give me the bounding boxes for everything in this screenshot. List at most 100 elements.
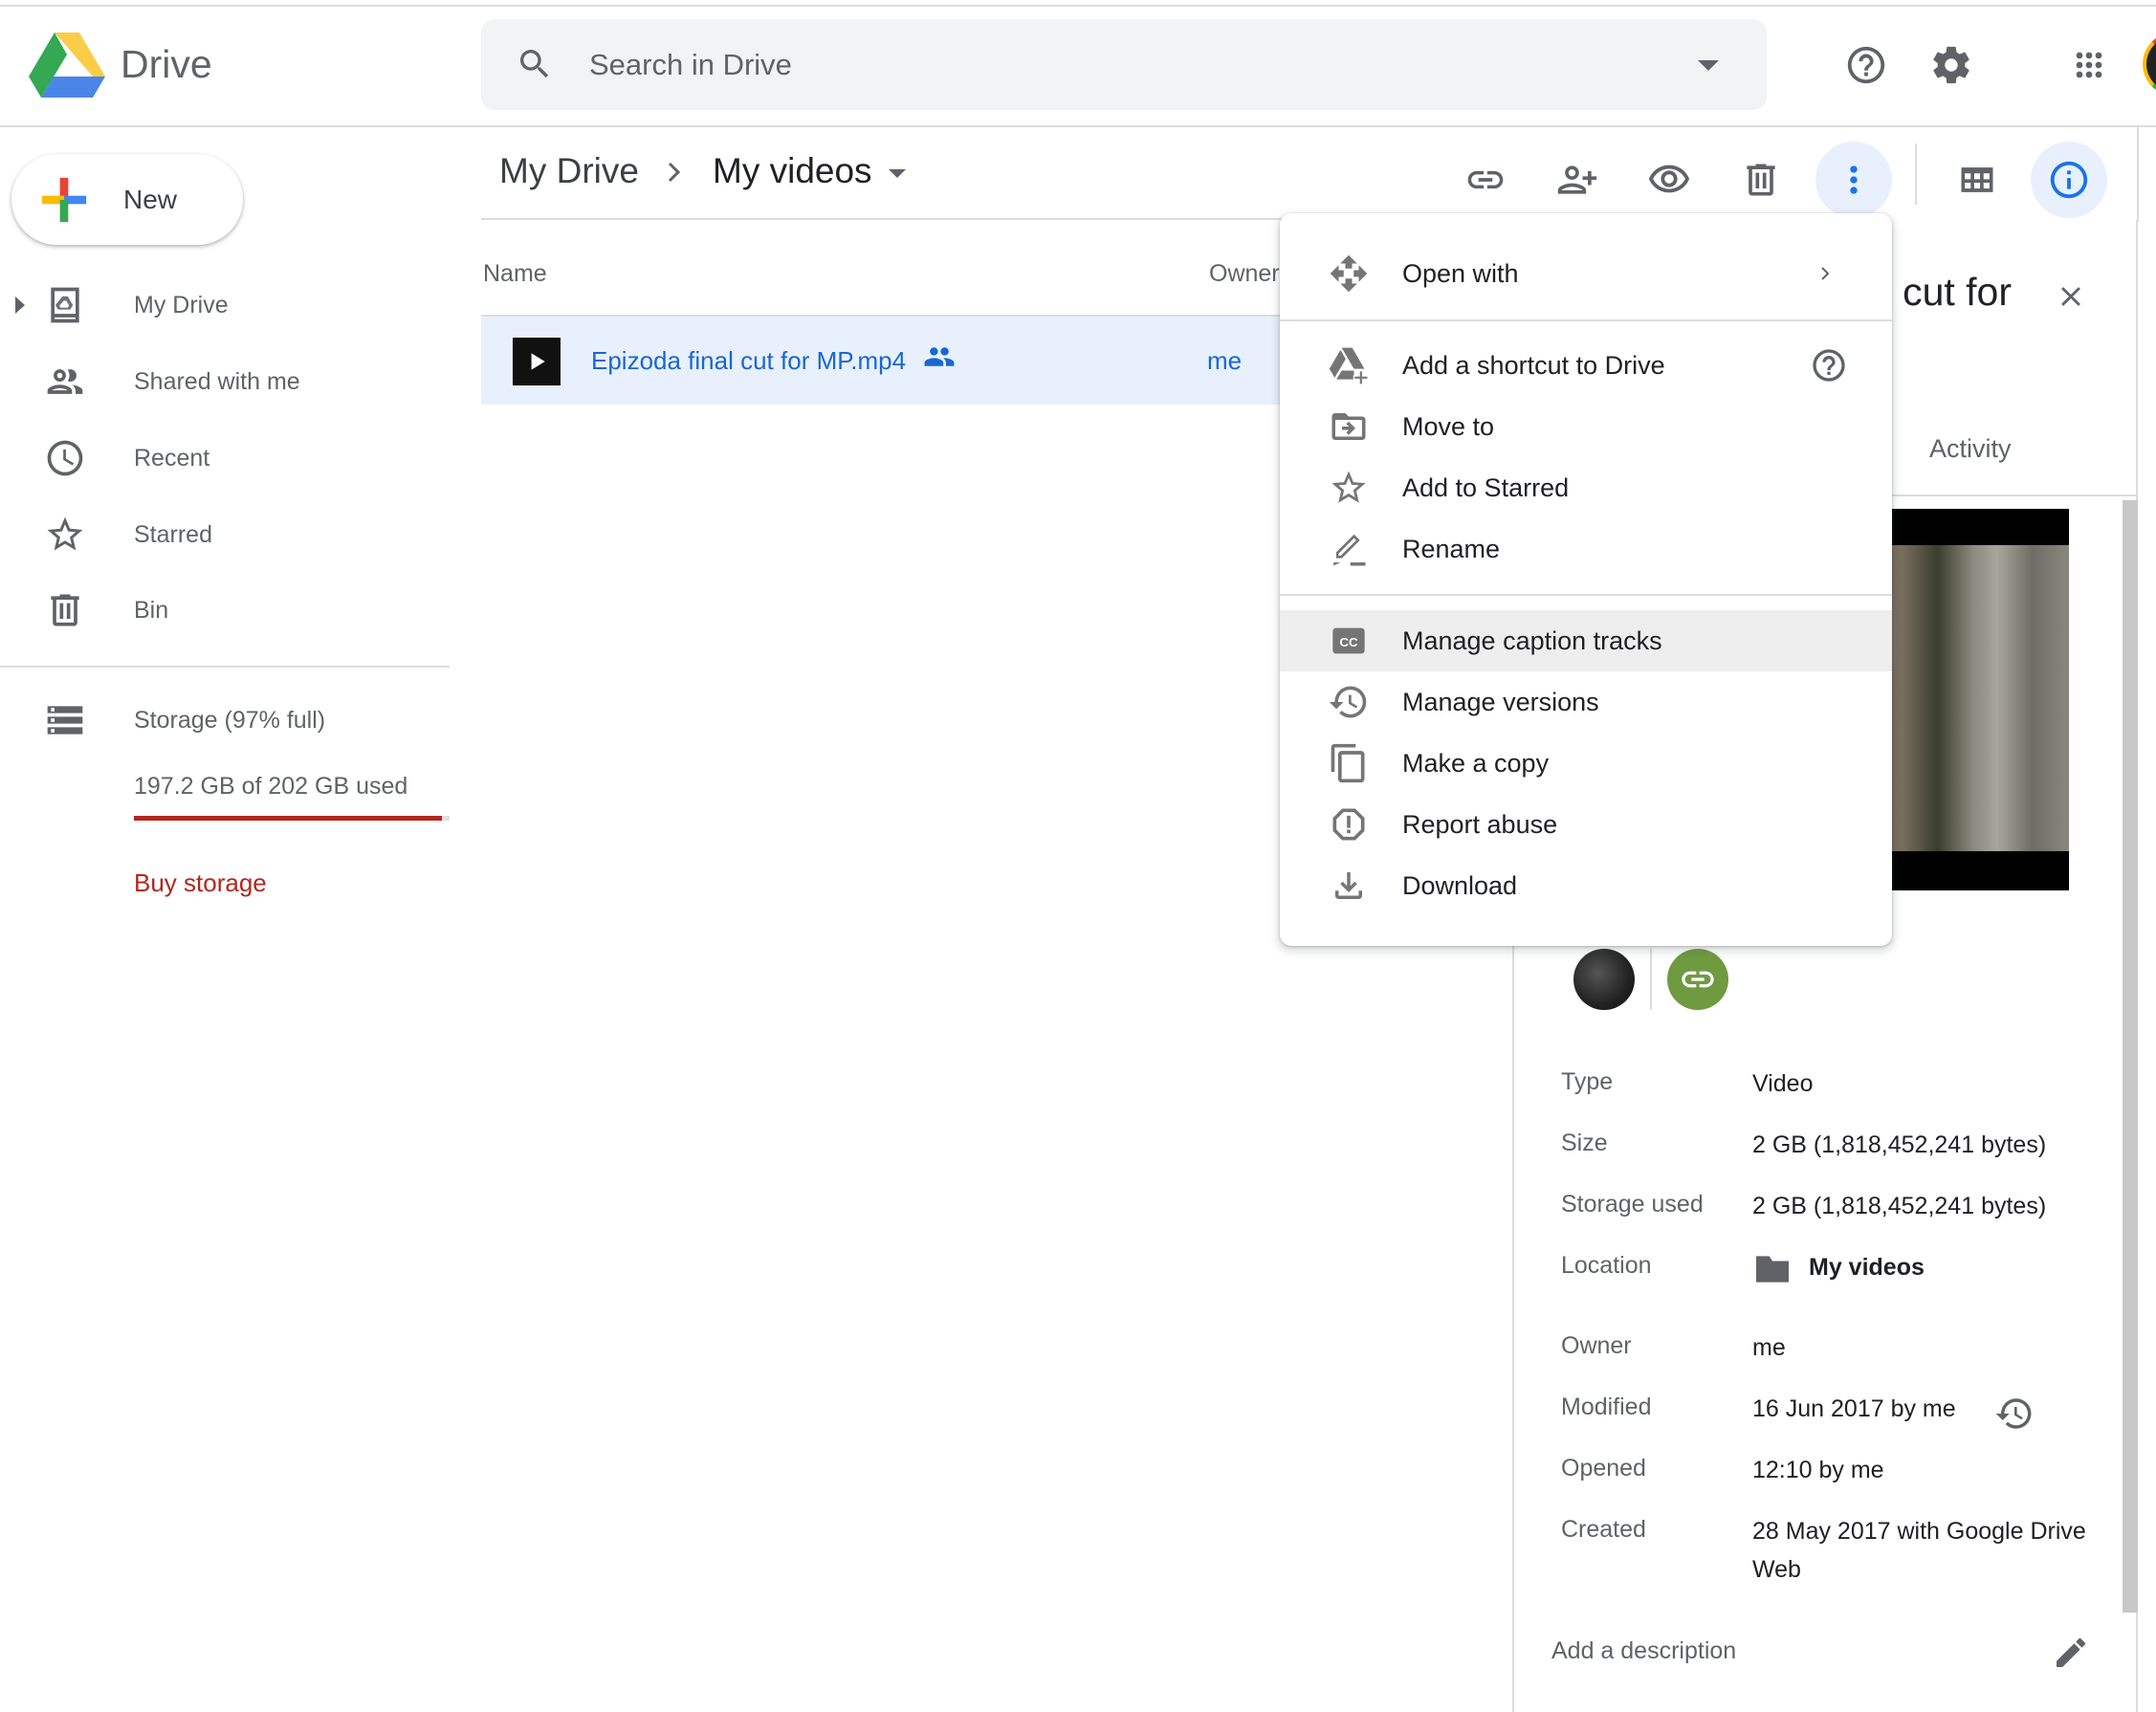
- get-link-button[interactable]: [1447, 142, 1524, 218]
- storage-used-text: 197.2 GB of 202 GB used: [134, 773, 408, 800]
- menu-item-move-to[interactable]: Move to: [1280, 396, 1892, 457]
- storage-icon: [47, 706, 83, 735]
- close-icon[interactable]: [2055, 280, 2087, 313]
- expand-arrow-icon[interactable]: [15, 296, 25, 314]
- drive-logo-icon[interactable]: [29, 33, 105, 98]
- buy-storage-link[interactable]: Buy storage: [134, 868, 267, 898]
- clock-icon: [47, 440, 83, 476]
- my-drive-icon: [51, 287, 79, 323]
- trash-icon: [51, 594, 79, 626]
- sidebar-item-bin[interactable]: Bin: [0, 579, 450, 642]
- search-input[interactable]: [589, 40, 1546, 90]
- property-value: 28 May 2017 with Google Drive Web: [1752, 1518, 2086, 1583]
- owner-avatar[interactable]: [1573, 949, 1635, 1010]
- share-button[interactable]: [1539, 142, 1616, 218]
- folder-dropdown-icon[interactable]: [889, 169, 906, 178]
- menu-item-label: Rename: [1402, 534, 1501, 563]
- property-label: Modified: [1561, 1394, 1652, 1420]
- property-value: me: [1752, 1334, 1786, 1361]
- sidebar-item-my-drive[interactable]: My Drive: [0, 274, 450, 337]
- versions-icon: [1328, 681, 1370, 723]
- property-label: Type: [1561, 1068, 1614, 1095]
- sidebar-item-shared-with-me[interactable]: Shared with me: [0, 350, 450, 413]
- property-label: Location: [1561, 1252, 1652, 1279]
- storage-progress-fill: [134, 816, 443, 821]
- toolbar-divider: [1915, 143, 1917, 205]
- grid-icon: [1961, 167, 1993, 192]
- search-bar[interactable]: [481, 19, 1767, 110]
- remove-button[interactable]: [1723, 142, 1799, 218]
- new-button[interactable]: New: [11, 154, 243, 245]
- menu-item-open-with[interactable]: Open with: [1280, 243, 1892, 304]
- apps-icon[interactable]: [2060, 36, 2118, 94]
- view-details-button[interactable]: [2031, 142, 2107, 218]
- sidebar-item-storage[interactable]: Storage (97% full): [0, 689, 450, 752]
- search-options-dropdown-icon[interactable]: [1698, 60, 1719, 71]
- menu-divider: [1280, 319, 1892, 321]
- sidebar-item-starred[interactable]: Starred: [0, 503, 450, 566]
- menu-item-add-shortcut[interactable]: Add a shortcut to Drive: [1280, 335, 1892, 396]
- report-icon: [1328, 803, 1370, 845]
- menu-item-label: Manage caption tracks: [1402, 626, 1662, 655]
- menu-item-add-to-starred[interactable]: Add to Starred: [1280, 457, 1892, 518]
- edit-pencil-icon[interactable]: [2052, 1634, 2090, 1672]
- search-icon[interactable]: [516, 45, 554, 83]
- storage-label: Storage (97% full): [134, 706, 326, 734]
- help-icon[interactable]: [1810, 346, 1848, 384]
- menu-divider: [1280, 594, 1892, 596]
- menu-item-label: Add a shortcut to Drive: [1402, 350, 1665, 380]
- file-name[interactable]: Epizoda final cut for MP.mp4: [591, 346, 906, 376]
- link-sharing-avatar[interactable]: [1667, 949, 1728, 1010]
- settings-icon[interactable]: [1923, 36, 1980, 94]
- shared-icon: [47, 369, 83, 394]
- panel-edge: [2137, 126, 2139, 222]
- property-value: 16 Jun 2017 by me: [1752, 1395, 1956, 1422]
- star-icon: [1328, 467, 1370, 509]
- location-folder-link[interactable]: My videos: [1809, 1248, 2156, 1286]
- breadcrumb-my-drive[interactable]: My Drive: [499, 151, 639, 191]
- menu-item-label: Add to Starred: [1402, 472, 1570, 502]
- menu-item-download[interactable]: Download: [1280, 855, 1892, 916]
- property-label: Created: [1561, 1516, 1646, 1543]
- menu-item-label: Move to: [1402, 411, 1495, 441]
- rename-icon: [1328, 528, 1370, 570]
- menu-item-label: Report abuse: [1402, 809, 1558, 839]
- menu-item-manage-versions[interactable]: Manage versions: [1280, 671, 1892, 733]
- add-description-field[interactable]: Add a description: [1551, 1637, 1736, 1665]
- property-label: Storage used: [1561, 1191, 1704, 1218]
- top-border: [0, 5, 2156, 7]
- avatar-divider: [1650, 949, 1652, 1010]
- grid-view-button[interactable]: [1939, 142, 2015, 218]
- download-icon: [1328, 865, 1370, 907]
- move-to-icon: [1328, 406, 1370, 448]
- menu-item-rename[interactable]: Rename: [1280, 518, 1892, 580]
- preview-button[interactable]: [1631, 142, 1707, 218]
- column-header-name[interactable]: Name: [483, 260, 547, 288]
- video-thumbnail-icon: [513, 338, 561, 385]
- property-value: 2 GB (1,818,452,241 bytes): [1752, 1131, 2047, 1158]
- menu-item-label: Make a copy: [1402, 748, 1550, 778]
- sidebar-divider: [0, 666, 450, 668]
- version-history-icon[interactable]: [1994, 1394, 2035, 1434]
- link-icon: [1467, 170, 1504, 189]
- help-icon[interactable]: [1837, 36, 1895, 94]
- property-value: 2 GB (1,818,452,241 bytes): [1752, 1193, 2047, 1219]
- more-actions-button[interactable]: [1815, 142, 1892, 218]
- app-name[interactable]: Drive: [121, 42, 212, 87]
- menu-item-report-abuse[interactable]: Report abuse: [1280, 794, 1892, 855]
- shared-people-icon: [924, 347, 955, 366]
- breadcrumb-current-folder[interactable]: My videos: [713, 151, 872, 191]
- account-avatar[interactable]: [2143, 33, 2156, 96]
- sidebar-item-recent[interactable]: Recent: [0, 427, 450, 490]
- details-scrollbar[interactable]: [2123, 500, 2138, 1613]
- column-header-owner[interactable]: Owner: [1209, 260, 1280, 288]
- tab-activity[interactable]: Activity: [1929, 434, 2012, 464]
- menu-item-manage-caption-tracks[interactable]: CC Manage caption tracks: [1280, 610, 1892, 671]
- property-label: Opened: [1561, 1455, 1646, 1482]
- star-icon: [47, 516, 83, 551]
- property-label: Owner: [1561, 1332, 1632, 1359]
- property-label: Size: [1561, 1130, 1608, 1156]
- add-shortcut-icon: [1328, 344, 1370, 386]
- menu-item-make-a-copy[interactable]: Make a copy: [1280, 733, 1892, 794]
- folder-icon: [1756, 1256, 1789, 1283]
